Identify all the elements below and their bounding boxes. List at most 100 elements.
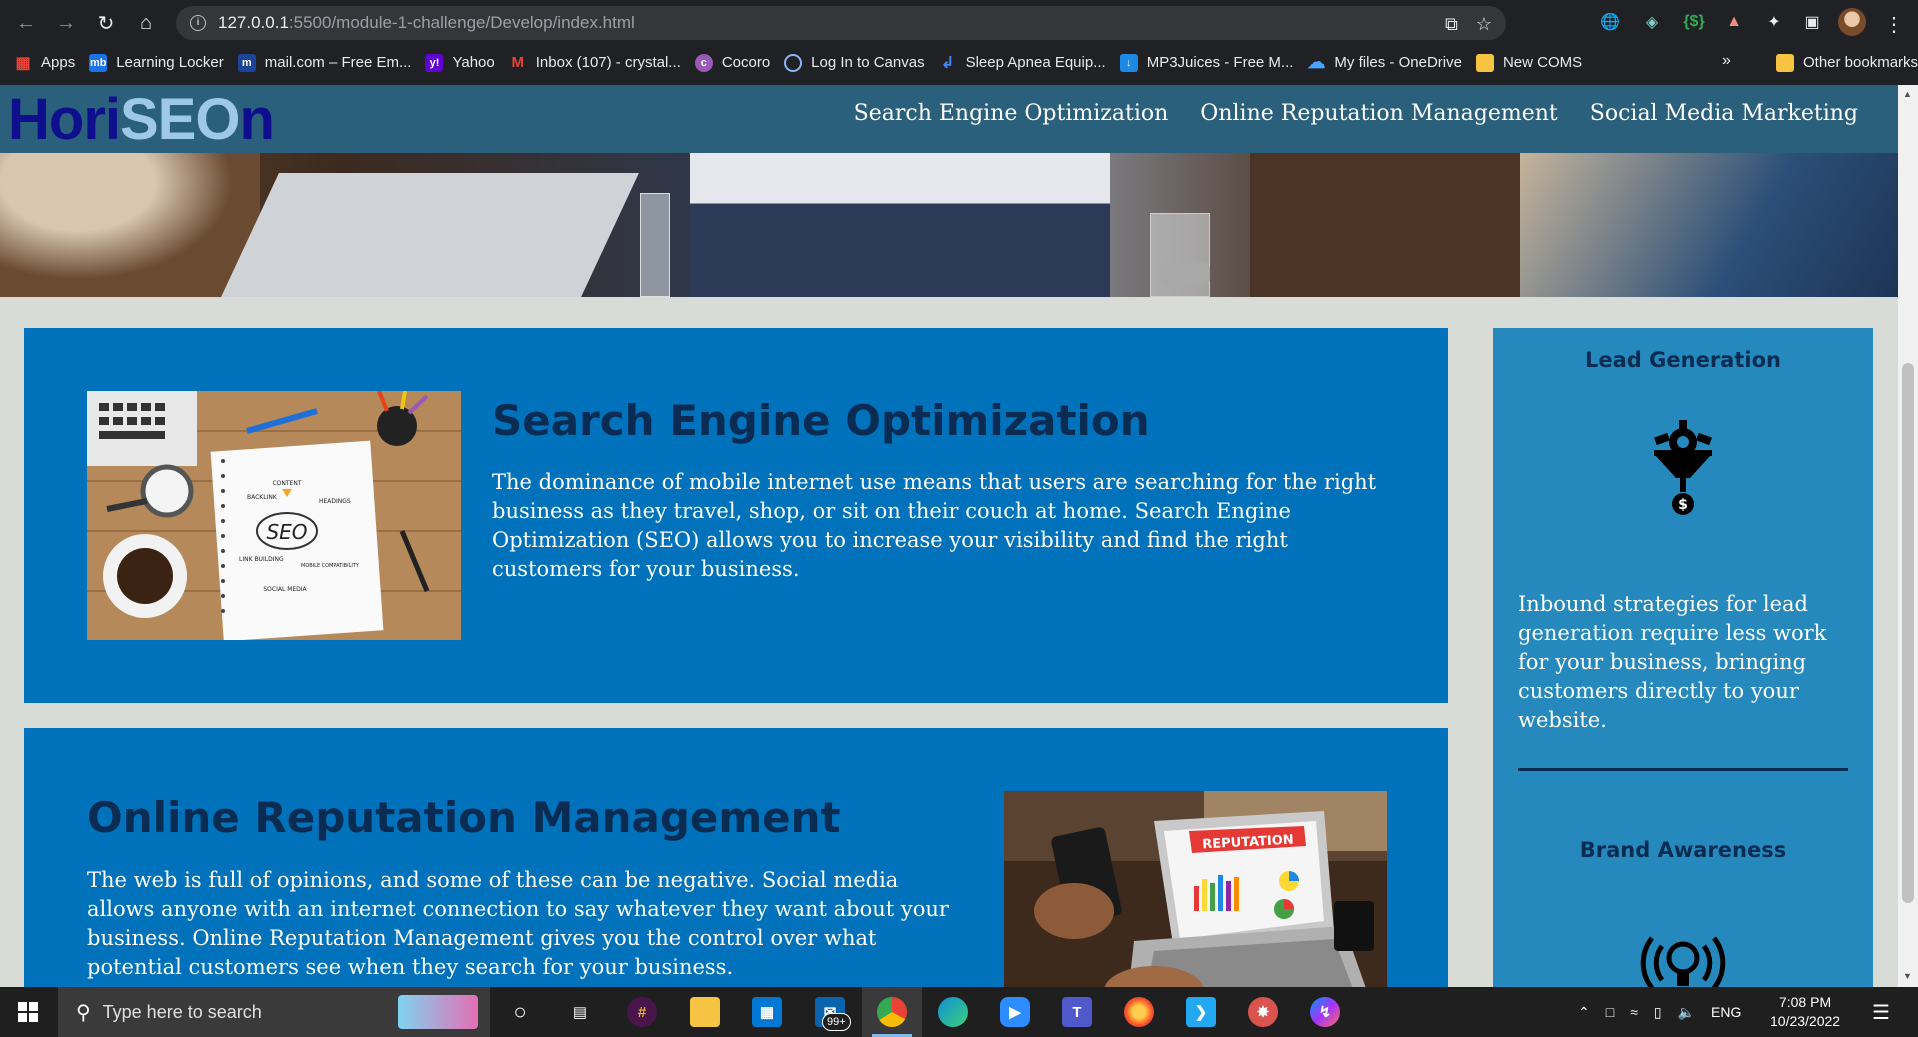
url-text[interactable]: 127.0.0.1:5500/module-1-challenge/Develo… — [218, 13, 635, 33]
bookmark-apps[interactable]: ▦ Apps — [14, 54, 75, 72]
seo-image-social-label: SOCIAL MEDIA — [263, 586, 307, 593]
sidebar-divider — [1518, 768, 1848, 771]
lead-generation-icon: $ — [1650, 420, 1716, 525]
bookmark-star-icon[interactable]: ☆ — [1476, 14, 1492, 35]
scroll-down-arrow-icon[interactable]: ▼ — [1903, 971, 1912, 981]
benefits-sidebar: Lead Generation $ Inbound strategies for… — [1493, 328, 1873, 987]
share-icon[interactable]: ⧉ — [1445, 14, 1458, 35]
bookmark-mailcom[interactable]: m mail.com – Free Em... — [237, 53, 412, 72]
globe-extension-icon[interactable]: 🌐 — [1598, 10, 1622, 34]
section-reputation: Online Reputation Management The web is … — [24, 728, 1448, 987]
page-scrollbar[interactable]: ▲ ▼ — [1898, 85, 1918, 987]
logo-text-hori: Hori — [8, 87, 121, 152]
sidebar-heading-lead-generation: Lead Generation — [1585, 348, 1781, 372]
side-panel-icon[interactable]: ▣ — [1800, 10, 1824, 34]
tray-device-icon[interactable]: □ — [1606, 1004, 1614, 1020]
wifi-icon[interactable]: ≈ — [1630, 1004, 1638, 1020]
language-indicator[interactable]: ENG — [1711, 1004, 1741, 1020]
chrome-icon[interactable] — [877, 997, 907, 1027]
firefox-icon[interactable] — [1124, 997, 1154, 1027]
clock-date: 10/23/2022 — [1770, 1013, 1841, 1029]
bookmark-learning-locker[interactable]: mb Learning Locker — [89, 53, 224, 72]
logo-text-n: n — [239, 87, 275, 152]
sidebar-text-lead-generation: Inbound strategies for lead generation r… — [1518, 592, 1827, 732]
search-highlight-icon — [398, 995, 478, 1029]
microsoft-store-icon[interactable]: ▦ — [752, 997, 782, 1027]
profile-avatar[interactable] — [1838, 8, 1866, 36]
site-info-icon[interactable]: i — [190, 15, 206, 31]
file-explorer-icon[interactable] — [690, 997, 720, 1027]
bookmark-gmail[interactable]: M Inbox (107) - crystal... — [509, 54, 681, 72]
vpn-extension-icon[interactable]: ◈ — [1640, 10, 1664, 34]
bookmarks-bar: ▦ Apps mb Learning Locker m mail.com – Free… — [0, 46, 1918, 79]
taskbar-clock[interactable]: 7:08 PM 10/23/2022 — [1770, 993, 1840, 1031]
notification-icon[interactable]: ☰ — [1866, 997, 1896, 1027]
site-logo[interactable]: HoriSEOn — [8, 91, 275, 149]
svg-text:$: $ — [1678, 497, 1688, 513]
seo-image-backlink-label: BACKLINK — [247, 494, 278, 501]
volume-icon[interactable]: 🔈 — [1678, 1004, 1695, 1021]
taskbar-search-box[interactable]: ⚲ Type here to search — [58, 987, 490, 1037]
vscode-icon[interactable]: ❯ — [1186, 997, 1216, 1027]
address-bar[interactable]: i 127.0.0.1:5500/module-1-challenge/Deve… — [176, 6, 1506, 40]
bookmark-label: Other bookmarks — [1803, 54, 1918, 71]
bookmarks-overflow-button[interactable]: » — [1722, 52, 1731, 70]
cortana-icon[interactable]: ○ — [505, 997, 535, 1027]
home-icon[interactable]: ⌂ — [132, 9, 160, 37]
seo-image-mobile-label: MOBILE COMPATIBILITY — [301, 563, 360, 569]
app-icon[interactable]: ✸ — [1248, 997, 1278, 1027]
reload-icon[interactable]: ↻ — [92, 9, 120, 37]
site-header: HoriSEOn Search Engine Optimization Onli… — [0, 85, 1898, 153]
scrollbar-thumb[interactable] — [1902, 363, 1914, 903]
zoom-icon[interactable]: ▶ — [1000, 997, 1030, 1027]
bookmark-cocoro[interactable]: c Cocoro — [694, 53, 771, 72]
bookmark-other[interactable]: Other bookmarks — [1776, 46, 1918, 79]
back-arrow-icon[interactable]: ← — [12, 9, 40, 37]
bookmark-new-coms[interactable]: New COMS — [1475, 53, 1582, 72]
tray-chevron-up-icon[interactable]: ⌃ — [1578, 1004, 1590, 1021]
section-seo: SEO CONTENT BACKLINK HEADINGS LINK BUILD… — [24, 328, 1448, 703]
task-view-icon[interactable]: ▤ — [565, 997, 595, 1027]
mb-icon: mb — [89, 53, 108, 72]
forward-arrow-icon[interactable]: → — [52, 9, 80, 37]
site-nav: Search Engine Optimization Online Reputa… — [854, 99, 1858, 129]
web-page: HoriSEOn Search Engine Optimization Onli… — [0, 85, 1898, 987]
bookmark-onedrive[interactable]: ☁ My files - OneDrive — [1307, 52, 1462, 72]
windows-start-icon[interactable] — [18, 1002, 38, 1022]
bookmark-label: Sleep Apnea Equip... — [965, 54, 1106, 71]
bookmark-mp3juices[interactable]: ↓ MP3Juices - Free M... — [1119, 53, 1294, 72]
megaphone-extension-icon[interactable]: ▲ — [1722, 10, 1746, 34]
sleep-icon: ↲ — [940, 54, 955, 72]
seo-image: SEO CONTENT BACKLINK HEADINGS LINK BUILD… — [87, 391, 461, 640]
puzzle-extensions-icon[interactable]: ✦ — [1762, 10, 1786, 34]
teams-icon[interactable]: T — [1062, 997, 1092, 1027]
folder-icon — [1475, 53, 1494, 72]
edge-icon[interactable] — [938, 997, 968, 1027]
bookmark-label: Learning Locker — [116, 54, 224, 71]
cocoro-icon: c — [694, 53, 713, 72]
folder-icon — [1776, 53, 1794, 72]
slack-icon[interactable]: # — [627, 997, 657, 1027]
menu-kebab-icon[interactable]: ⋮ — [1884, 12, 1904, 37]
bookmark-sleep-apnea[interactable]: ↲ Sleep Apnea Equip... — [939, 54, 1106, 72]
bookmark-label: mail.com – Free Em... — [264, 54, 412, 71]
dollar-extension-icon[interactable]: {$} — [1682, 10, 1706, 34]
reputation-image: REPUTATION — [1004, 791, 1387, 987]
bookmark-canvas[interactable]: Log In to Canvas — [784, 53, 925, 72]
nav-link-reputation[interactable]: Online Reputation Management — [1200, 99, 1557, 129]
section-title: Online Reputation Management — [87, 793, 841, 842]
windows-taskbar: ⚲ Type here to search ○ ▤ # ▦ ✉ 99+ ▶ T … — [0, 987, 1918, 1037]
nav-link-social[interactable]: Social Media Marketing — [1590, 99, 1858, 129]
battery-icon[interactable]: ▯ — [1654, 1004, 1662, 1021]
bookmark-label: Cocoro — [721, 54, 771, 71]
bookmark-yahoo[interactable]: y! Yahoo — [425, 53, 495, 72]
nav-link-seo[interactable]: Search Engine Optimization — [854, 99, 1169, 129]
seo-image-content-label: CONTENT — [272, 480, 301, 487]
seo-illustration: SEO CONTENT BACKLINK HEADINGS LINK BUILD… — [87, 391, 461, 640]
scroll-up-arrow-icon[interactable]: ▲ — [1903, 89, 1912, 99]
canvas-icon — [784, 53, 803, 72]
reputation-illustration: REPUTATION — [1004, 791, 1387, 987]
system-tray: ⌃ □ ≈ ▯ 🔈 ENG — [1578, 987, 1741, 1037]
messenger-icon[interactable]: ↯ — [1310, 997, 1340, 1027]
bookmark-label: MP3Juices - Free M... — [1146, 54, 1294, 71]
